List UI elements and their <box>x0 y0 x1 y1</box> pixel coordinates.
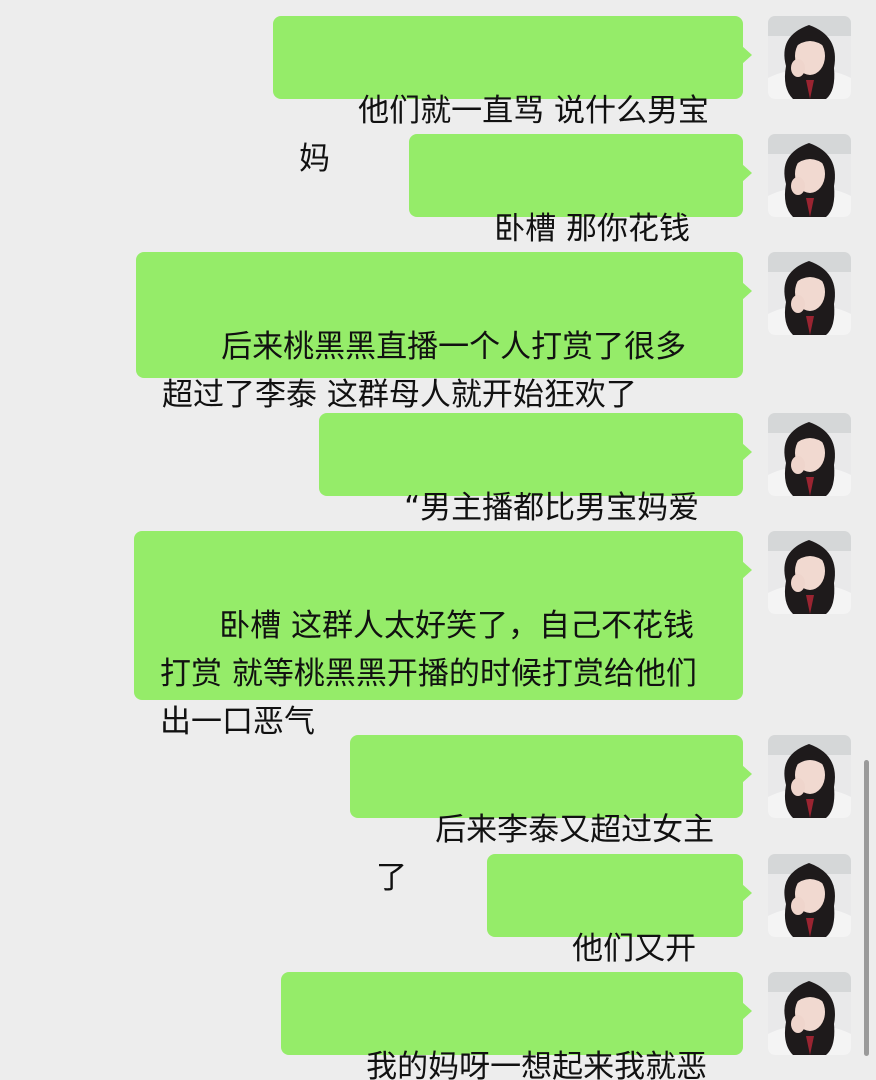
message-bubble[interactable]: 后来桃黑黑直播一个人打赏了很多 超过了李泰 这群母人就开始狂欢了 <box>136 252 752 413</box>
message-bubble[interactable]: 他们又开始了 <box>487 854 752 1015</box>
message-bubble[interactable]: 卧槽 那你花钱投啊 <box>409 134 752 295</box>
user-avatar-icon[interactable] <box>768 16 851 99</box>
chat-message-list: 他们就一直骂 说什么男宝妈 卧槽 那你花钱投啊 <box>0 0 876 1080</box>
message-bubble[interactable]: 他们就一直骂 说什么男宝妈 <box>273 16 752 177</box>
user-avatar-icon[interactable] <box>768 972 851 1055</box>
message-text: 我的妈呀一想起来我就恶心 <box>366 1049 708 1080</box>
user-avatar-icon[interactable] <box>768 252 851 335</box>
message-text: 后来桃黑黑直播一个人打赏了很多 超过了李泰 这群母人就开始狂欢了 <box>162 329 696 413</box>
user-avatar-icon[interactable] <box>768 854 851 937</box>
message-bubble[interactable]: 卧槽 这群人太好笑了，自己不花钱打赏 就等桃黑黑开播的时候打赏给他们出一口恶气 <box>134 531 752 740</box>
user-avatar-icon[interactable] <box>768 413 851 496</box>
message-bubble[interactable]: “男主播都比男宝妈爱女” <box>319 413 752 574</box>
user-avatar-icon[interactable] <box>768 735 851 818</box>
message-text: 卧槽 这群人太好笑了，自己不花钱打赏 就等桃黑黑开播的时候打赏给他们出一口恶气 <box>160 608 697 740</box>
user-avatar-icon[interactable] <box>768 531 851 614</box>
message-bubble[interactable]: 我的妈呀一想起来我就恶心 <box>281 972 752 1080</box>
user-avatar-icon[interactable] <box>768 134 851 217</box>
message-bubble[interactable]: 后来李泰又超过女主了 <box>350 735 752 896</box>
scrollbar[interactable] <box>864 760 869 1056</box>
